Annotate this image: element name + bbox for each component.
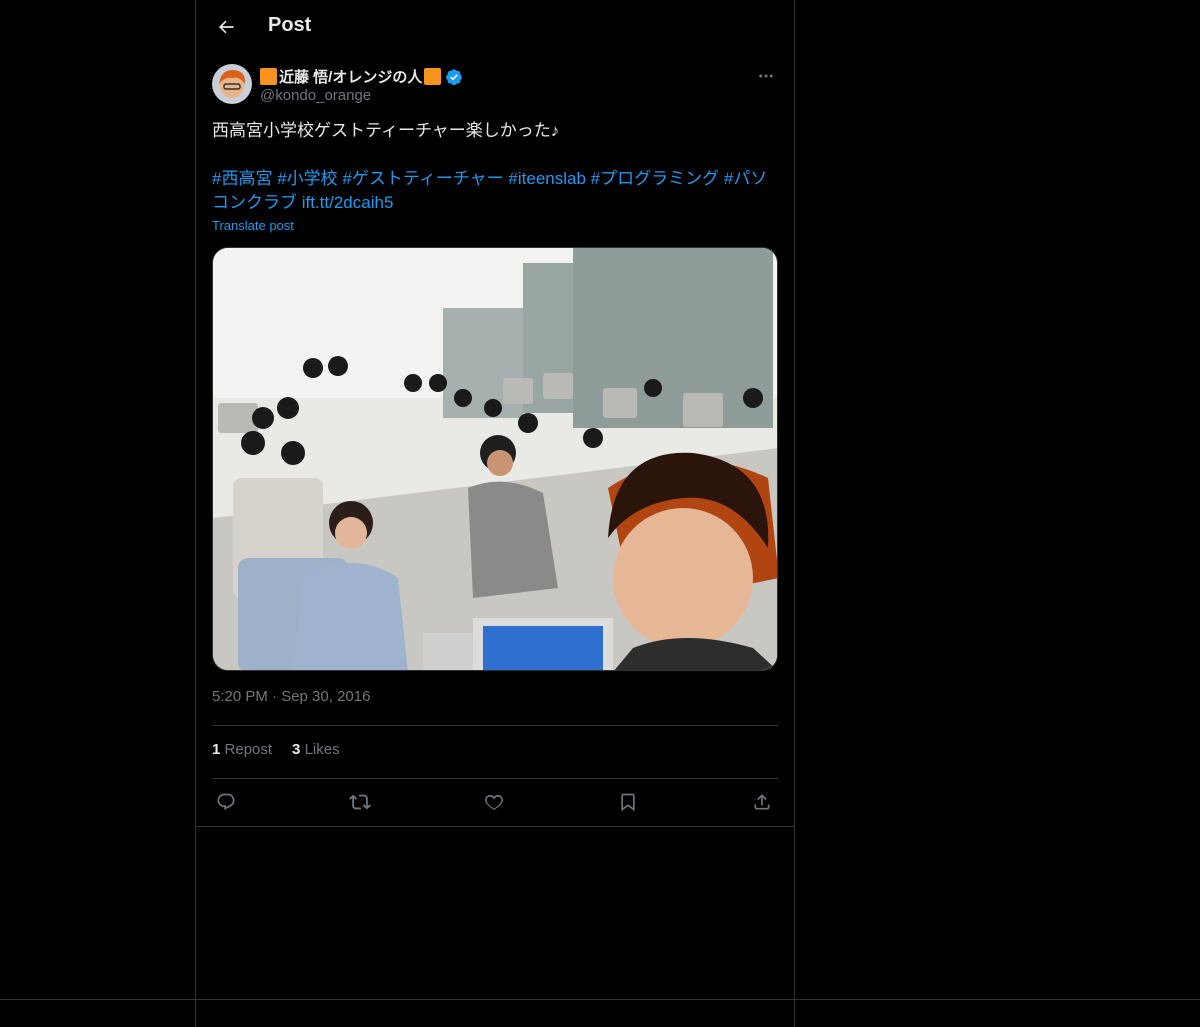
page-header: Post [196,0,794,54]
hashtag-link[interactable]: #西高宮 [212,169,272,188]
avatar[interactable] [212,64,252,104]
heart-icon [485,794,503,810]
author-name-row[interactable]: 近藤 悟/オレンジの人 [260,66,463,87]
post-actions [212,788,778,816]
post-hashtags: #西高宮 #小学校 #ゲストティーチャー #iteenslab #プログラミング… [212,167,778,215]
hashtag-link[interactable]: #iteenslab [508,169,586,188]
repost-button[interactable] [346,788,374,816]
post-text: 西高宮小学校ゲストティーチャー楽しかった♪ [212,121,560,140]
arrow-left-icon [219,20,234,34]
post-stats: 1 Repost 3 Likes [212,741,340,758]
likes-stat[interactable]: 3 Likes [292,741,340,758]
author-handle[interactable]: @kondo_orange [260,87,371,104]
author-name: 近藤 悟/オレンジの人 [279,69,423,86]
hashtag-link[interactable]: #ゲストティーチャー [342,169,503,188]
page-title: Post [268,14,312,36]
post-timestamp[interactable]: 5:20 PM · Sep 30, 2016 [212,688,370,705]
main-column: Post 近藤 悟/オレンジの人 @kondo_orange 西高宮小学校ゲスト… [195,0,795,1027]
share-button[interactable] [748,788,776,816]
post-link[interactable]: ift.tt/2dcaih5 [302,193,394,212]
repost-icon [349,794,371,810]
more-horizontal-icon [759,74,773,78]
post-photo[interactable] [212,247,778,671]
translate-post-link[interactable]: Translate post [212,218,294,233]
share-icon [754,794,770,810]
more-button[interactable] [754,64,778,88]
orange-square-emoji [260,68,277,85]
bookmark-icon [621,793,635,812]
bookmark-button[interactable] [614,788,642,816]
divider [212,725,778,726]
divider [212,778,778,779]
divider [196,826,794,827]
orange-square-emoji [424,68,442,85]
reposts-stat[interactable]: 1 Repost [212,741,272,758]
reply-icon [217,793,235,810]
back-button[interactable] [208,9,244,45]
bottom-divider [0,999,1200,1000]
hashtag-link[interactable]: #プログラミング [591,169,719,188]
reply-button[interactable] [212,788,240,816]
post-author: 近藤 悟/オレンジの人 @kondo_orange [212,64,778,108]
verified-badge-icon [446,68,463,85]
like-button[interactable] [480,788,508,816]
classroom-photo [213,248,777,670]
hashtag-link[interactable]: #小学校 [277,169,337,188]
